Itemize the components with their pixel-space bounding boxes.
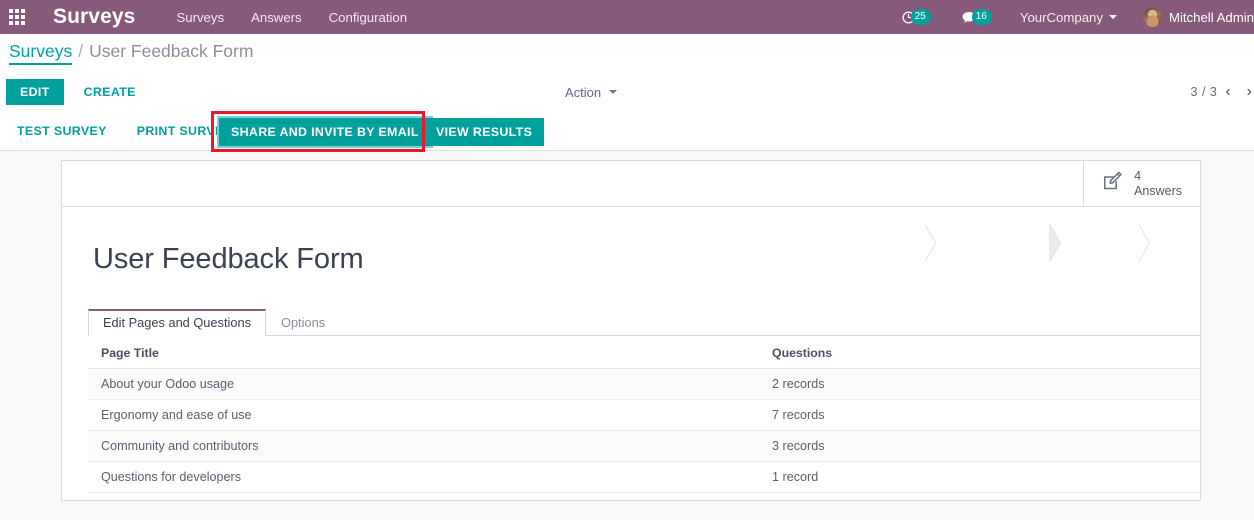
nav-item-configuration[interactable]: Configuration [329, 10, 407, 25]
messaging-menu-button[interactable]: 16 [961, 9, 992, 25]
notebook-tabs: Edit Pages and Questions Options [88, 308, 1200, 336]
cell-questions: 3 records [768, 430, 1200, 462]
breadcrumb: Surveys / User Feedback Form [9, 41, 253, 65]
table-row[interactable]: Questions for developers 1 record [88, 461, 1200, 493]
activity-menu-button[interactable]: 25 [901, 9, 931, 25]
nav-item-surveys[interactable]: Surveys [176, 10, 224, 25]
breadcrumb-current: User Feedback Form [89, 41, 254, 61]
user-name: Mitchell Admin [1168, 9, 1254, 25]
pager: 3 / 3 ‹ › [1191, 84, 1254, 100]
chevron-down-icon [1108, 15, 1117, 19]
page-title: User Feedback Form [93, 243, 364, 275]
pages-table-body: About your Odoo usage 2 records Ergonomy… [88, 368, 1200, 493]
navbar-menu: Surveys Answers Configuration [176, 10, 407, 25]
breadcrumb-parent-link[interactable]: Surveys [9, 41, 73, 65]
table-header-row: Page Title Questions [88, 336, 1200, 369]
create-button[interactable]: CREATE [72, 79, 148, 105]
share-and-invite-by-email-button[interactable]: SHARE AND INVITE BY EMAIL [219, 118, 431, 146]
tab-options[interactable]: Options [266, 309, 340, 336]
cell-questions: 1 record [768, 461, 1200, 493]
form-sheet: 4 Answers User Feedback Form Edit Pages … [61, 160, 1201, 501]
stat-button-text: 4 Answers [1134, 169, 1182, 199]
pager-next-icon[interactable]: › [1239, 84, 1254, 100]
table-row[interactable]: About your Odoo usage 2 records [88, 368, 1200, 400]
cell-questions: 7 records [768, 399, 1200, 431]
pager-previous-icon[interactable]: ‹ [1217, 84, 1238, 100]
breadcrumb-row: Surveys / User Feedback Form [0, 34, 1254, 72]
action-dropdown-label: Action [565, 84, 602, 100]
pager-value: 3 / 3 [1190, 85, 1218, 99]
navbar-right-group: 25 16 YourCompany Mitchell Admin [901, 0, 1254, 34]
cell-page-title: About your Odoo usage [88, 368, 768, 400]
app-brand: Surveys [53, 5, 136, 28]
pages-table-head: Page Title Questions [88, 336, 1200, 369]
top-navbar: Surveys Surveys Answers Configuration 25 [0, 0, 1254, 34]
cell-page-title: Ergonomy and ease of use [88, 399, 768, 431]
company-switcher[interactable]: YourCompany [1020, 10, 1117, 25]
column-header-page-title[interactable]: Page Title [88, 336, 768, 369]
stat-value: 4 [1134, 168, 1142, 183]
action-dropdown[interactable]: Action [565, 84, 618, 100]
chevron-down-icon [609, 90, 618, 94]
stat-button-answers[interactable]: 4 Answers [1083, 161, 1200, 206]
tab-edit-pages-and-questions[interactable]: Edit Pages and Questions [88, 309, 266, 336]
apps-menu-button[interactable] [0, 0, 34, 34]
table-row[interactable]: Community and contributors 3 records [88, 430, 1200, 462]
pages-table: Page Title Questions About your Odoo usa… [88, 336, 1200, 493]
notebook: Edit Pages and Questions Options Page Ti… [62, 308, 1200, 493]
activity-count-badge: 25 [910, 9, 931, 25]
table-row[interactable]: Ergonomy and ease of use 7 records [88, 399, 1200, 431]
apps-grid-icon [9, 9, 25, 25]
messages-count-badge: 16 [971, 9, 992, 25]
edit-pencil-square-icon [1100, 169, 1124, 198]
company-name: YourCompany [1019, 9, 1103, 25]
edit-button[interactable]: EDIT [6, 79, 64, 105]
stat-button-box: 4 Answers [62, 161, 1200, 207]
nav-item-answers[interactable]: Answers [251, 10, 302, 25]
cell-questions: 2 records [768, 368, 1200, 400]
control-panel: EDIT CREATE Action 3 / 3 ‹ › [0, 72, 1254, 112]
test-survey-button[interactable]: TEST SURVEY [7, 117, 117, 145]
column-header-questions[interactable]: Questions [768, 336, 1200, 369]
view-results-button[interactable]: VIEW RESULTS [424, 118, 545, 146]
breadcrumb-separator: / [78, 41, 84, 61]
user-menu[interactable]: Mitchell Admin [1142, 7, 1254, 27]
object-button-bar: TEST SURVEY PRINT SURVEY DRAFT IN PROGRE… [0, 112, 1254, 262]
cell-page-title: Community and contributors [88, 430, 768, 462]
avatar [1142, 7, 1162, 27]
cell-page-title: Questions for developers [88, 461, 768, 493]
stat-label: Answers [1134, 183, 1182, 198]
